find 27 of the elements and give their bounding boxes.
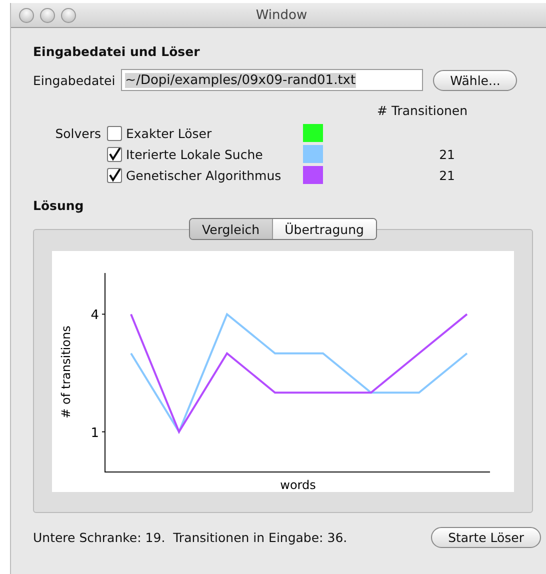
- axis-label: # of transitions: [59, 326, 73, 418]
- axis-label: words: [280, 478, 316, 492]
- checkbox[interactable]: [107, 146, 122, 162]
- choose-button[interactable]: Wähle...: [433, 70, 518, 90]
- minimize-button[interactable]: [40, 8, 55, 22]
- start-button[interactable]: Starte Löser: [431, 527, 541, 548]
- status-text: Untere Schranke: 19. Transitionen in Eingabe: 36.: [33, 530, 348, 545]
- tab[interactable]: Übertragung: [272, 219, 376, 239]
- zoom-button[interactable]: [61, 8, 76, 22]
- transition-count: 21: [438, 168, 455, 182]
- tick-label: 1: [90, 426, 99, 441]
- checkbox[interactable]: [107, 126, 122, 140]
- solver-label: Genetischer Algorithmus: [126, 168, 282, 182]
- transition-count: 21: [438, 146, 455, 162]
- section-title: Lösung: [33, 198, 84, 213]
- solvers-label: Solvers: [54, 126, 102, 140]
- section-title: Eingabedatei und Löser: [33, 44, 200, 59]
- solver-label: Exakter Löser: [126, 126, 212, 140]
- field-label: Eingabedatei: [33, 72, 116, 88]
- tick-label: 4: [90, 308, 99, 324]
- checkbox[interactable]: [107, 168, 122, 182]
- input-field[interactable]: ~/Dopi/examples/09x09-rand01.txt: [121, 69, 424, 91]
- column-header: # Transitionen: [377, 103, 468, 118]
- window-title: Window: [254, 8, 308, 22]
- close-button[interactable]: [19, 8, 34, 22]
- tab[interactable]: Vergleich: [190, 219, 273, 239]
- solver-label: Iterierte Lokale Suche: [126, 146, 263, 162]
